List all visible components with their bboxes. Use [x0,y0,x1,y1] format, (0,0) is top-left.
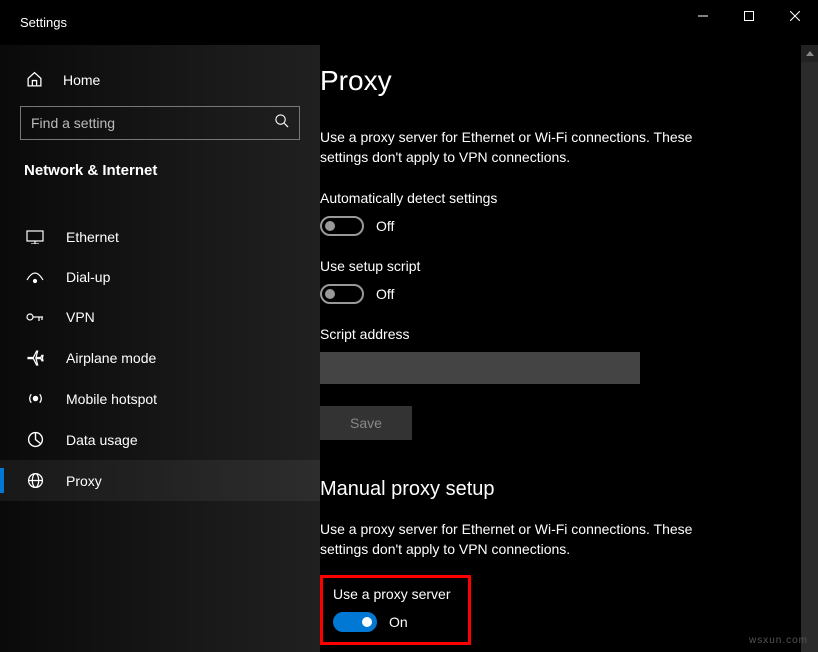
watermark: wsxun.com [749,635,808,646]
sidebar-item-hotspot[interactable]: Mobile hotspot [0,378,320,419]
manual-proxy-heading: Manual proxy setup [320,478,782,501]
category-title: Network & Internet [0,162,320,197]
scrollbar-up-button[interactable] [801,45,818,62]
search-icon [274,113,289,133]
close-icon [790,11,800,21]
sidebar-item-vpn[interactable]: VPN [0,297,320,337]
proxy-icon [26,472,44,489]
maximize-icon [744,11,754,21]
auto-proxy-description: Use a proxy server for Ethernet or Wi-Fi… [320,127,740,168]
sidebar-item-airplane[interactable]: Airplane mode [0,337,320,378]
close-button[interactable] [772,0,818,32]
titlebar: Settings [0,0,818,45]
home-icon [26,71,43,88]
use-proxy-toggle[interactable] [333,612,377,632]
vpn-icon [26,311,44,323]
setup-script-label: Use setup script [320,258,782,274]
manual-proxy-description: Use a proxy server for Ethernet or Wi-Fi… [320,519,740,560]
search-box[interactable] [20,106,300,140]
airplane-icon [26,349,44,366]
sidebar-item-label: Mobile hotspot [66,391,157,407]
main-panel: Proxy Use a proxy server for Ethernet or… [320,45,818,652]
script-address-input[interactable] [320,352,640,384]
sidebar-item-label: Dial-up [66,269,110,285]
auto-detect-state: Off [376,218,394,234]
sidebar-item-label: Proxy [66,473,102,489]
sidebar-item-label: Data usage [66,432,138,448]
save-button[interactable]: Save [320,406,412,440]
maximize-button[interactable] [726,0,772,32]
home-label: Home [63,72,100,88]
sidebar-item-dialup[interactable]: Dial-up [0,257,320,297]
sidebar-item-label: VPN [66,309,95,325]
setup-script-state: Off [376,286,394,302]
sidebar-item-label: Airplane mode [66,350,156,366]
scrollbar[interactable] [801,45,818,652]
minimize-button[interactable] [680,0,726,32]
minimize-icon [698,11,708,21]
sidebar-item-label: Ethernet [66,229,119,245]
window-controls [680,0,818,32]
sidebar-item-proxy[interactable]: Proxy [0,460,320,501]
sidebar: Home Network & Internet Ethernet Dial-up [0,45,320,652]
auto-detect-label: Automatically detect settings [320,190,782,206]
datausage-icon [26,431,44,448]
use-proxy-state: On [389,614,408,630]
setup-script-toggle[interactable] [320,284,364,304]
home-nav[interactable]: Home [0,65,320,106]
dialup-icon [26,270,44,284]
sidebar-item-datausage[interactable]: Data usage [0,419,320,460]
sidebar-item-ethernet[interactable]: Ethernet [0,217,320,257]
ethernet-icon [26,230,44,244]
window-title: Settings [20,15,67,30]
page-title: Proxy [320,65,782,97]
script-address-label: Script address [320,326,782,342]
hotspot-icon [26,390,44,407]
chevron-up-icon [806,51,814,56]
search-input[interactable] [31,115,274,131]
use-proxy-label: Use a proxy server [333,586,450,602]
auto-detect-toggle[interactable] [320,216,364,236]
highlight-box: Use a proxy server On [320,575,471,645]
